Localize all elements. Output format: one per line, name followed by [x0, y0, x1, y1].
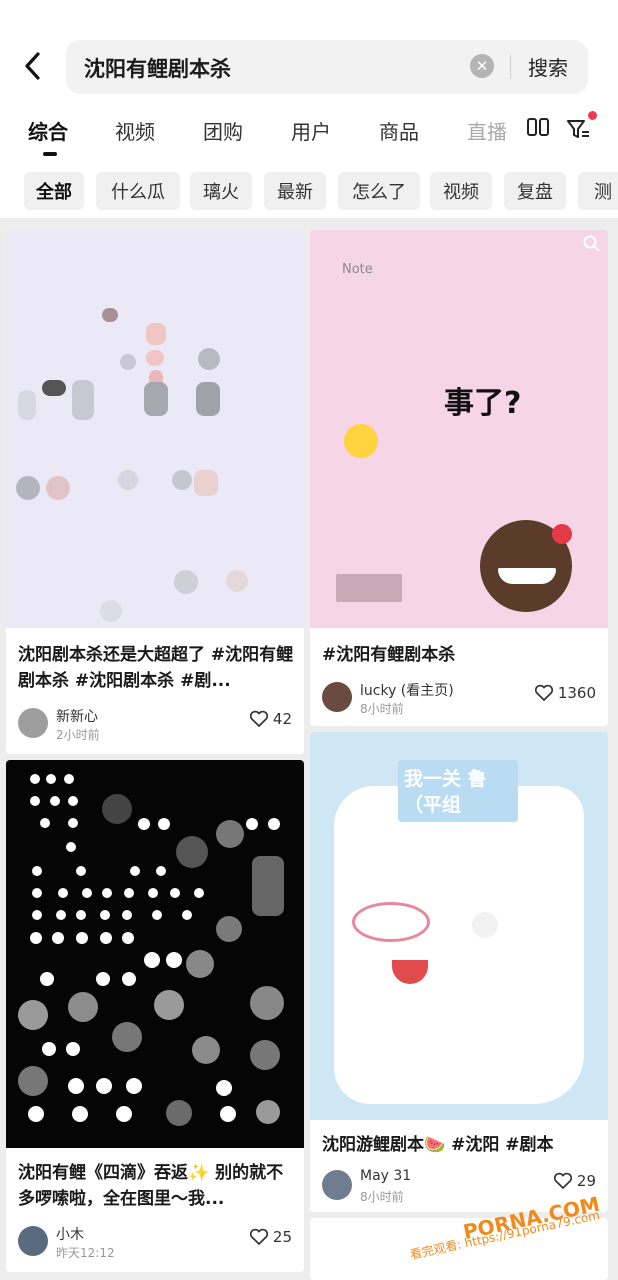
- chip-all[interactable]: 全部: [24, 172, 84, 210]
- card-title: 沈阳有鲤《四滴》吞返✨ 别的就不多啰嗦啦，全在图里～我...: [18, 1163, 284, 1209]
- like-button[interactable]: 42: [249, 710, 292, 728]
- shock-emoji-icon: [344, 424, 378, 458]
- tab-all[interactable]: 综合: [28, 116, 68, 145]
- like-button[interactable]: 1360: [534, 684, 596, 702]
- chip-latest[interactable]: 最新: [264, 172, 326, 210]
- card-author[interactable]: 新新心: [56, 706, 98, 726]
- cover-note-label: Note: [342, 262, 373, 277]
- chip-test[interactable]: 测: [578, 172, 618, 210]
- card-author[interactable]: May 31: [360, 1168, 411, 1184]
- heart-icon: [534, 684, 553, 701]
- chip-review[interactable]: 复盘: [504, 172, 566, 210]
- card-time: 8小时前: [360, 1190, 404, 1204]
- card-author[interactable]: 小木: [56, 1224, 84, 1244]
- card-cover-image: Note 事了?: [310, 230, 608, 628]
- card-cover-image: [6, 760, 304, 1148]
- search-results-page: 沈阳有鲤剧本杀 ✕ 搜索 综合 视频 团购 用户 商品 直播 全部 什么瓜 璃火…: [0, 0, 618, 1280]
- card-time: 2小时前: [56, 728, 100, 742]
- card-author[interactable]: lucky (看主页): [360, 680, 454, 700]
- chip-gossip[interactable]: 什么瓜: [96, 172, 180, 210]
- search-divider: [510, 55, 511, 79]
- notification-dot: [588, 111, 597, 120]
- card-meta: 新新心 2小时前 42: [18, 708, 292, 748]
- like-count: 29: [576, 1172, 596, 1190]
- like-count: 42: [272, 710, 292, 728]
- like-count: 25: [272, 1228, 292, 1246]
- note-card[interactable]: 我一关 鲁（平组 沈阳游鲤剧本🍉 #沈阳 #剧本 May 31 8小时前 29: [310, 732, 608, 1212]
- card-title: 沈阳剧本杀还是大超超了 #沈阳有鲤剧本杀 #沈阳剧本杀 #剧...: [18, 645, 294, 691]
- card-title: #沈阳有鲤剧本杀: [322, 645, 456, 665]
- card-title: 沈阳游鲤剧本🍉 #沈阳 #剧本: [322, 1135, 554, 1155]
- card-cover-image: [6, 230, 304, 628]
- chip-what-happened[interactable]: 怎么了: [338, 172, 420, 210]
- avatar[interactable]: [18, 1226, 48, 1256]
- card-meta: 小木 昨天12:12 25: [18, 1226, 292, 1266]
- tab-live[interactable]: 直播: [467, 116, 507, 145]
- like-count: 1360: [557, 684, 596, 702]
- back-button[interactable]: [18, 46, 48, 86]
- search-box[interactable]: 沈阳有鲤剧本杀 ✕ 搜索: [66, 40, 588, 94]
- like-button[interactable]: 29: [553, 1172, 596, 1190]
- avatar[interactable]: [322, 682, 352, 712]
- cover-banner-text: 我一关 鲁（平组: [404, 768, 487, 816]
- clear-icon[interactable]: ✕: [470, 54, 494, 78]
- tab-users[interactable]: 用户: [291, 116, 331, 145]
- note-card[interactable]: 沈阳剧本杀还是大超超了 #沈阳有鲤剧本杀 #沈阳剧本杀 #剧... 新新心 2小…: [6, 230, 304, 754]
- filter-chips: 全部 什么瓜 璃火 最新 怎么了 视频 复盘 测: [0, 164, 618, 218]
- back-chevron-icon: [25, 52, 40, 80]
- heart-icon: [249, 1228, 268, 1245]
- tab-group-buy[interactable]: 团购: [203, 116, 243, 145]
- card-meta: lucky (看主页) 8小时前 1360: [322, 682, 596, 722]
- tab-products[interactable]: 商品: [379, 116, 419, 145]
- card-time: 昨天12:12: [56, 1246, 115, 1260]
- chip-video[interactable]: 视频: [430, 172, 492, 210]
- cover-headline: 事了?: [444, 386, 522, 421]
- search-header: 沈阳有鲤剧本杀 ✕ 搜索: [0, 0, 618, 104]
- card-cover-image: 我一关 鲁（平组: [310, 732, 608, 1120]
- filter-icon[interactable]: [565, 116, 591, 142]
- like-button[interactable]: 25: [249, 1228, 292, 1246]
- avatar[interactable]: [18, 708, 48, 738]
- avatar[interactable]: [322, 1170, 352, 1200]
- heart-icon: [553, 1172, 572, 1189]
- tab-active-indicator: [43, 152, 57, 156]
- tab-video[interactable]: 视频: [115, 116, 155, 145]
- cover-search-icon: [583, 235, 600, 252]
- heart-icon: [249, 710, 268, 727]
- note-card[interactable]: Note 事了? #沈阳有鲤剧本杀 lucky (看主页) 8小时前 1360: [310, 230, 608, 726]
- note-card[interactable]: 沈阳有鲤《四滴》吞返✨ 别的就不多啰嗦啦，全在图里～我... 小木 昨天12:1…: [6, 760, 304, 1272]
- grid-icon[interactable]: [526, 116, 550, 140]
- search-input[interactable]: 沈阳有鲤剧本杀: [84, 53, 231, 83]
- search-button[interactable]: 搜索: [528, 52, 568, 81]
- card-time: 8小时前: [360, 702, 404, 716]
- chip-lihuo[interactable]: 璃火: [190, 172, 252, 210]
